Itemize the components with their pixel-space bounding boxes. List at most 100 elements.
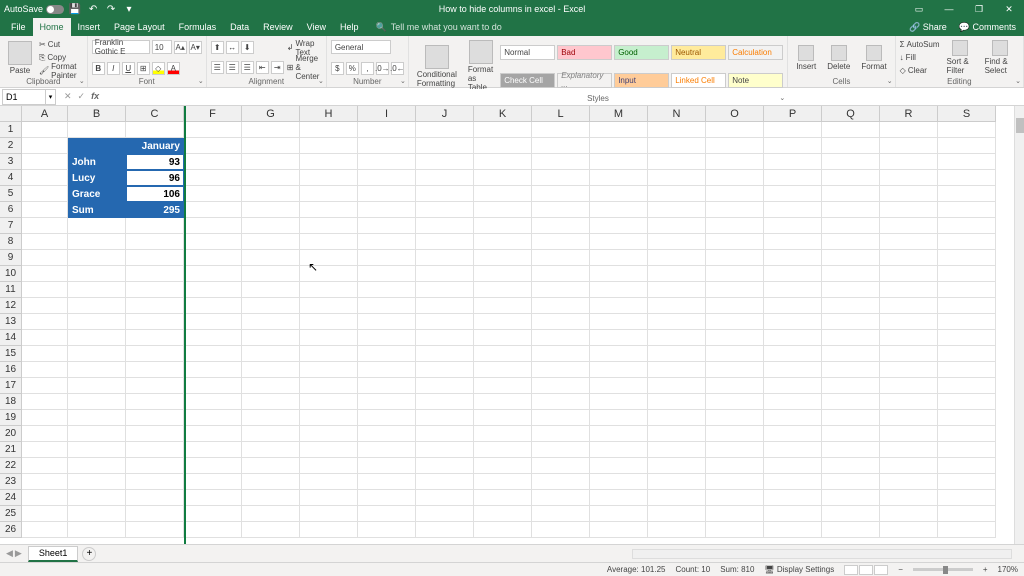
menu-insert[interactable]: Insert: [71, 18, 108, 36]
col-header-o[interactable]: O: [706, 106, 764, 122]
delete-cells-button[interactable]: Delete: [823, 38, 854, 77]
close-button[interactable]: ✕: [994, 0, 1024, 18]
col-header-m[interactable]: M: [590, 106, 648, 122]
ribbon-options-icon[interactable]: ▭: [904, 0, 934, 18]
menu-formulas[interactable]: Formulas: [172, 18, 224, 36]
conditional-formatting-button[interactable]: Conditional Formatting: [413, 38, 461, 94]
col-header-f[interactable]: F: [184, 106, 242, 122]
comma-button[interactable]: ,: [361, 62, 374, 75]
currency-button[interactable]: $: [331, 62, 344, 75]
italic-button[interactable]: I: [107, 62, 120, 75]
style-checkcell[interactable]: Check Cell: [500, 73, 555, 88]
menu-data[interactable]: Data: [223, 18, 256, 36]
row-header-13[interactable]: 13: [0, 314, 22, 330]
horizontal-scrollbar[interactable]: [632, 549, 1012, 559]
percent-button[interactable]: %: [346, 62, 359, 75]
autosave-toggle[interactable]: AutoSave: [4, 4, 64, 14]
comments-button[interactable]: 💬 Comments: [959, 22, 1016, 33]
cell-c5[interactable]: 106: [126, 186, 184, 202]
col-header-b[interactable]: B: [68, 106, 126, 122]
row-header-24[interactable]: 24: [0, 490, 22, 506]
font-size-select[interactable]: 10: [152, 40, 172, 54]
row-header-21[interactable]: 21: [0, 442, 22, 458]
menu-review[interactable]: Review: [256, 18, 300, 36]
decrease-font-button[interactable]: A▾: [189, 41, 202, 54]
menu-view[interactable]: View: [300, 18, 333, 36]
share-button[interactable]: 🔗 Share: [909, 22, 947, 33]
name-box[interactable]: D1: [2, 89, 46, 105]
sheet-next-icon[interactable]: ▶: [15, 548, 22, 559]
insert-cells-button[interactable]: Insert: [792, 38, 820, 77]
qat-more-icon[interactable]: ▾: [122, 2, 136, 16]
autosum-button[interactable]: Σ AutoSum: [900, 38, 940, 51]
zoom-level[interactable]: 170%: [998, 565, 1018, 574]
col-header-s[interactable]: S: [938, 106, 996, 122]
menu-file[interactable]: File: [4, 18, 33, 36]
row-header-7[interactable]: 7: [0, 218, 22, 234]
find-select-button[interactable]: Find & Select: [981, 38, 1019, 77]
font-select[interactable]: Franklin Gothic E: [92, 40, 150, 54]
display-settings-button[interactable]: 🖥 Display Settings: [764, 565, 834, 574]
format-as-table-button[interactable]: Format as Table: [464, 38, 497, 94]
align-top-button[interactable]: ⬆: [211, 41, 224, 54]
cell-c3[interactable]: 93: [126, 154, 184, 170]
col-header-r[interactable]: R: [880, 106, 938, 122]
border-button[interactable]: ⊞: [137, 62, 150, 75]
spreadsheet-grid[interactable]: ABCFGHIJKLMNOPQRS 1234567891011121314151…: [0, 106, 1024, 544]
row-header-22[interactable]: 22: [0, 458, 22, 474]
row-header-23[interactable]: 23: [0, 474, 22, 490]
tellme-search[interactable]: 🔍 Tell me what you want to do: [376, 22, 502, 33]
minimize-button[interactable]: —: [934, 0, 964, 18]
underline-button[interactable]: U: [122, 62, 135, 75]
col-header-n[interactable]: N: [648, 106, 706, 122]
align-bottom-button[interactable]: ⬇: [241, 41, 254, 54]
align-middle-button[interactable]: ↔: [226, 41, 239, 54]
view-pagebreak-button[interactable]: [874, 565, 888, 575]
row-header-18[interactable]: 18: [0, 394, 22, 410]
maximize-button[interactable]: ❐: [964, 0, 994, 18]
cell-b2[interactable]: [68, 138, 126, 154]
row-header-15[interactable]: 15: [0, 346, 22, 362]
col-header-g[interactable]: G: [242, 106, 300, 122]
cell-b5[interactable]: Grace: [68, 186, 126, 202]
format-painter-button[interactable]: 🖌 Format Painter: [39, 64, 83, 77]
row-header-8[interactable]: 8: [0, 234, 22, 250]
wrap-text-button[interactable]: ↲ Wrap Text: [287, 41, 322, 54]
row-header-9[interactable]: 9: [0, 250, 22, 266]
style-neutral[interactable]: Neutral: [671, 45, 726, 60]
sheet-prev-icon[interactable]: ◀: [6, 548, 13, 559]
add-sheet-button[interactable]: +: [82, 547, 96, 561]
increase-font-button[interactable]: A▴: [174, 41, 187, 54]
style-input[interactable]: Input: [614, 73, 669, 88]
cell-b6[interactable]: Sum: [68, 202, 126, 218]
cell-c6[interactable]: 295: [126, 202, 184, 218]
menu-help[interactable]: Help: [333, 18, 366, 36]
row-header-26[interactable]: 26: [0, 522, 22, 538]
fill-button[interactable]: ↓ Fill: [900, 51, 940, 64]
paste-button[interactable]: Paste: [4, 38, 36, 77]
col-header-p[interactable]: P: [764, 106, 822, 122]
style-calculation[interactable]: Calculation: [728, 45, 783, 60]
undo-icon[interactable]: ↶: [86, 2, 100, 16]
indent-dec-button[interactable]: ⇤: [256, 61, 269, 74]
cut-button[interactable]: ✂ Cut: [39, 38, 83, 51]
fill-color-button[interactable]: ◇: [152, 62, 165, 75]
align-right-button[interactable]: ☰: [241, 61, 254, 74]
col-header-q[interactable]: Q: [822, 106, 880, 122]
row-header-16[interactable]: 16: [0, 362, 22, 378]
style-good[interactable]: Good: [614, 45, 669, 60]
col-header-l[interactable]: L: [532, 106, 590, 122]
select-all-corner[interactable]: [0, 106, 22, 122]
col-header-k[interactable]: K: [474, 106, 532, 122]
namebox-dropdown[interactable]: ▾: [46, 89, 56, 105]
row-header-5[interactable]: 5: [0, 186, 22, 202]
clear-button[interactable]: ◇ Clear: [900, 64, 940, 77]
save-icon[interactable]: 💾: [68, 2, 82, 16]
sort-filter-button[interactable]: Sort & Filter: [943, 38, 978, 77]
row-header-20[interactable]: 20: [0, 426, 22, 442]
font-color-button[interactable]: A: [167, 62, 180, 75]
row-header-10[interactable]: 10: [0, 266, 22, 282]
row-header-4[interactable]: 4: [0, 170, 22, 186]
row-header-17[interactable]: 17: [0, 378, 22, 394]
align-left-button[interactable]: ☰: [211, 61, 224, 74]
